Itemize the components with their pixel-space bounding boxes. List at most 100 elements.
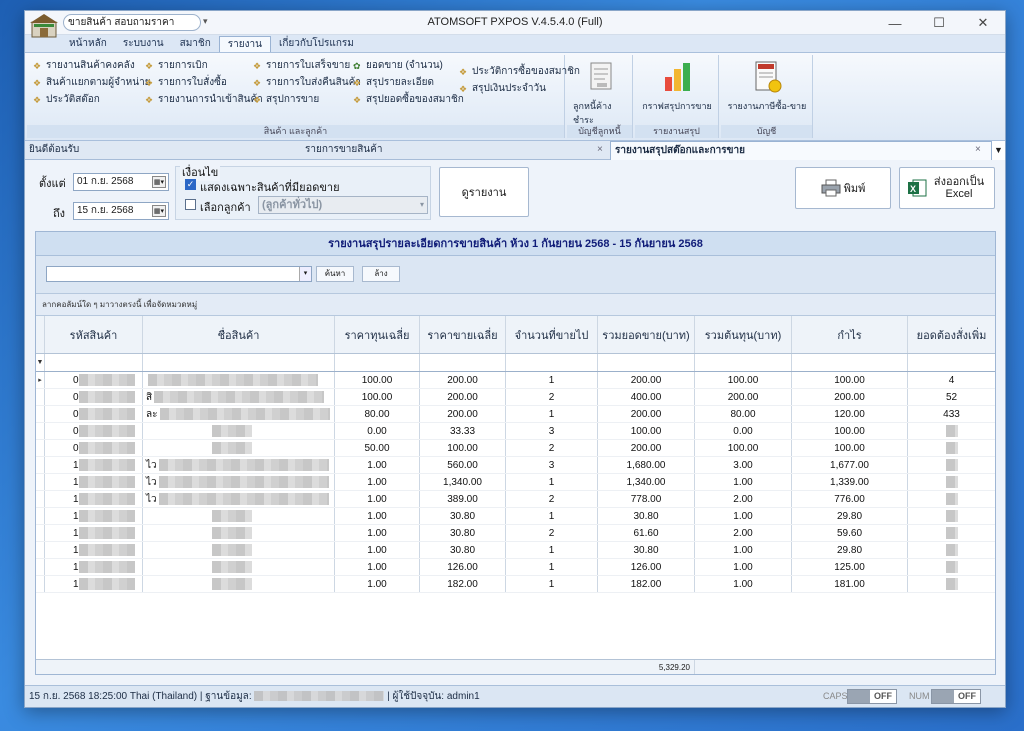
report-sales-receipts[interactable]: ❖ รายการใบเสร็จขาย [253, 57, 361, 74]
cell-reorder[interactable] [908, 559, 995, 575]
table-row[interactable]: 1 ไว 1.00 1,340.00 1 1,340.00 1.00 1,339.00 [36, 474, 995, 491]
cell-qty[interactable]: 3 [506, 457, 598, 473]
cell-profit[interactable]: 776.00 [792, 491, 908, 507]
tab-system[interactable]: ระบบงาน [115, 36, 172, 52]
cell-avg-price[interactable]: 33.33 [420, 423, 506, 439]
cell-total-sales[interactable]: 100.00 [598, 423, 695, 439]
cell-qty[interactable]: 1 [506, 508, 598, 524]
cell-total-sales[interactable]: 200.00 [598, 406, 695, 422]
tab-home[interactable]: หน้าหลัก [61, 36, 115, 52]
table-row[interactable]: 0 ละ 80.00 200.00 1 200.00 80.00 120.00 433 [36, 406, 995, 423]
cell-reorder[interactable] [908, 525, 995, 541]
report-by-supplier[interactable]: ❖ สินค้าแยกตามผู้จำหน่าย [33, 74, 151, 91]
cell-avg-price[interactable]: 126.00 [420, 559, 506, 575]
table-row[interactable]: 0 0.00 33.33 3 100.00 0.00 100.00 [36, 423, 995, 440]
maximize-button[interactable]: ☐ [917, 11, 961, 35]
cell-code[interactable]: 0 [45, 389, 143, 405]
view-report-button[interactable]: ดูรายงาน [439, 167, 529, 217]
row-indicator[interactable]: ▸ [36, 372, 45, 388]
debtors-button[interactable]: ลูกหนี้ค้างชำระ [573, 59, 629, 127]
table-row[interactable]: 1 1.00 30.80 1 30.80 1.00 29.80 [36, 542, 995, 559]
cell-avg-price[interactable]: 200.00 [420, 406, 506, 422]
cell-total-sales[interactable]: 126.00 [598, 559, 695, 575]
cell-qty[interactable]: 2 [506, 440, 598, 456]
cell-qty[interactable]: 1 [506, 576, 598, 592]
row-indicator[interactable] [36, 474, 45, 490]
cell-avg-cost[interactable]: 1.00 [335, 491, 420, 507]
column-header-name[interactable]: ชื่อสินค้า [143, 316, 335, 353]
cell-total-sales[interactable]: 400.00 [598, 389, 695, 405]
column-header-total-sales[interactable]: รวมยอดขาย(บาท) [598, 316, 695, 353]
cell-code[interactable]: 1 [45, 474, 143, 490]
cell-profit[interactable]: 29.80 [792, 508, 908, 524]
report-sales-summary[interactable]: ❖ สรุปการขาย [253, 91, 361, 108]
cell-total-cost[interactable]: 3.00 [695, 457, 792, 473]
cell-reorder[interactable] [908, 440, 995, 456]
calendar-dropdown-icon[interactable]: ▦▾ [152, 176, 166, 188]
row-indicator[interactable] [36, 576, 45, 592]
tax-report-button[interactable]: รายงานภาษีซื้อ-ขาย [725, 59, 809, 113]
table-row[interactable]: 1 1.00 30.80 1 30.80 1.00 29.80 [36, 508, 995, 525]
cell-reorder[interactable]: 433 [908, 406, 995, 422]
minimize-button[interactable]: — [873, 11, 917, 35]
cell-profit[interactable]: 1,339.00 [792, 474, 908, 490]
column-header-reorder[interactable]: ยอดต้องสั่งเพิ่ม [908, 316, 995, 353]
cell-total-cost[interactable]: 100.00 [695, 440, 792, 456]
cell-profit[interactable]: 1,677.00 [792, 457, 908, 473]
cell-name[interactable] [143, 525, 335, 541]
report-purchase-orders[interactable]: ❖ รายการใบสั่งซื้อ [145, 74, 263, 91]
cell-reorder[interactable] [908, 474, 995, 490]
cell-total-cost[interactable]: 1.00 [695, 576, 792, 592]
sales-chart-button[interactable]: กราฟสรุปการขาย [639, 59, 715, 113]
cell-total-sales[interactable]: 182.00 [598, 576, 695, 592]
table-row[interactable]: 1 1.00 30.80 2 61.60 2.00 59.60 [36, 525, 995, 542]
cell-qty[interactable]: 2 [506, 491, 598, 507]
cell-avg-cost[interactable]: 1.00 [335, 508, 420, 524]
to-date-picker[interactable]: 15 ก.ย. 2568 ▦▾ [73, 202, 169, 220]
cell-total-cost[interactable]: 80.00 [695, 406, 792, 422]
cell-avg-price[interactable]: 560.00 [420, 457, 506, 473]
cell-code[interactable]: 0 [45, 372, 143, 388]
cell-reorder[interactable] [908, 576, 995, 592]
cell-name[interactable] [143, 576, 335, 592]
tab-welcome[interactable]: ยินดีต้อนรับ [25, 141, 301, 160]
cell-avg-cost[interactable]: 1.00 [335, 559, 420, 575]
grid-filter-row[interactable]: ▼ [36, 354, 995, 372]
cell-avg-cost[interactable]: 50.00 [335, 440, 420, 456]
cell-avg-cost[interactable]: 1.00 [335, 457, 420, 473]
cell-code[interactable]: 1 [45, 457, 143, 473]
report-imports[interactable]: ❖ รายงานการนำเข้าสินค้า [145, 91, 263, 108]
cell-name[interactable]: ละ [143, 406, 335, 422]
cell-total-cost[interactable]: 100.00 [695, 372, 792, 388]
row-indicator[interactable] [36, 406, 45, 422]
cell-avg-price[interactable]: 30.80 [420, 542, 506, 558]
report-member-purchase-history[interactable]: ❖ ประวัติการซื้อของสมาชิก [459, 63, 580, 80]
cell-reorder[interactable] [908, 423, 995, 439]
cell-avg-price[interactable]: 30.80 [420, 525, 506, 541]
cell-avg-cost[interactable]: 1.00 [335, 542, 420, 558]
cell-total-cost[interactable]: 2.00 [695, 491, 792, 507]
cell-total-sales[interactable]: 1,680.00 [598, 457, 695, 473]
row-indicator[interactable] [36, 559, 45, 575]
cell-total-sales[interactable]: 200.00 [598, 372, 695, 388]
cell-name[interactable] [143, 372, 335, 388]
cell-code[interactable]: 1 [45, 576, 143, 592]
cell-avg-cost[interactable]: 100.00 [335, 372, 420, 388]
customer-select[interactable]: (ลูกค้าทั่วไป) ▾ [258, 196, 428, 214]
cell-qty[interactable]: 1 [506, 542, 598, 558]
cell-code[interactable]: 0 [45, 406, 143, 422]
column-header-total-cost[interactable]: รวมต้นทุน(บาท) [695, 316, 792, 353]
cell-name[interactable]: สิ [143, 389, 335, 405]
cell-total-cost[interactable]: 0.00 [695, 423, 792, 439]
table-row[interactable]: 1 ไว 1.00 560.00 3 1,680.00 3.00 1,677.00 [36, 457, 995, 474]
cell-name[interactable] [143, 423, 335, 439]
cell-total-sales[interactable]: 30.80 [598, 508, 695, 524]
cell-avg-price[interactable]: 200.00 [420, 389, 506, 405]
cell-name[interactable] [143, 440, 335, 456]
cell-avg-price[interactable]: 30.80 [420, 508, 506, 524]
column-header-avg-price[interactable]: ราคาขายเฉลี่ย [420, 316, 506, 353]
cell-qty[interactable]: 1 [506, 474, 598, 490]
row-indicator[interactable] [36, 423, 45, 439]
cell-avg-price[interactable]: 1,340.00 [420, 474, 506, 490]
cell-code[interactable]: 0 [45, 423, 143, 439]
